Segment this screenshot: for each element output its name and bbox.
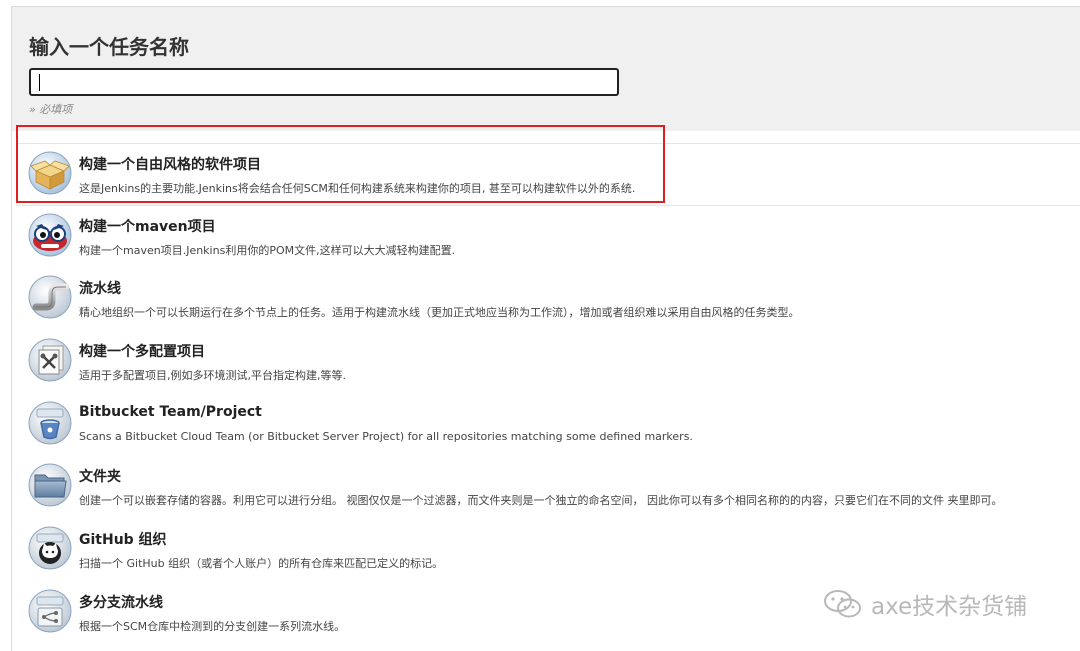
watermark: axe技术杂货铺 [823,586,1027,622]
text-caret [39,74,40,91]
item-name-input[interactable] [29,68,619,96]
page-title: 输入一个任务名称 [29,35,189,59]
item-description: 精心地组织一个可以长期运行在多个节点上的任务。适用于构建流水线（更加正式地应当称… [79,306,800,319]
item-pipeline[interactable]: 流水线 精心地组织一个可以长期运行在多个节点上的任务。适用于构建流水线（更加正式… [16,268,1080,330]
multi-config-icon [28,338,72,382]
item-github-org[interactable]: GitHub 组织 扫描一个 GitHub 组织（或者个人账户）的所有仓库来匹配… [16,519,1080,581]
item-description: 构建一个maven项目.Jenkins利用你的POM文件,这样可以大大减轻构建配… [79,244,456,257]
pipeline-icon [28,275,72,319]
item-description: 这是Jenkins的主要功能.Jenkins将会结合任何SCM和任何构建系统来构… [79,182,636,195]
item-description: Scans a Bitbucket Cloud Team (or Bitbuck… [79,430,693,443]
item-description: 扫描一个 GitHub 组织（或者个人账户）的所有仓库来匹配已定义的标记。 [79,557,444,570]
item-label: 文件夹 [79,469,121,485]
item-label: Bitbucket Team/Project [79,404,262,420]
maven-owl-icon [28,213,72,257]
item-bitbucket[interactable]: Bitbucket Team/Project Scans a Bitbucket… [16,394,1080,456]
item-description: 根据一个SCM仓库中检测到的分支创建一系列流水线。 [79,620,346,633]
item-label: 构建一个自由风格的软件项目 [79,157,261,173]
item-label: 构建一个多配置项目 [79,344,205,360]
watermark-text: axe技术杂货铺 [871,594,1028,620]
item-freestyle[interactable]: 构建一个自由风格的软件项目 这是Jenkins的主要功能.Jenkins将会结合… [16,144,1080,206]
item-label: GitHub 组织 [79,532,167,548]
item-multi-config[interactable]: 构建一个多配置项目 适用于多配置项目,例如多环境测试,平台指定构建,等等. [16,331,1080,393]
item-maven[interactable]: 构建一个maven项目 构建一个maven项目.Jenkins利用你的POM文件… [16,206,1080,268]
item-description: 适用于多配置项目,例如多环境测试,平台指定构建,等等. [79,369,346,382]
folder-icon [28,463,72,507]
bitbucket-icon [28,401,72,445]
item-label: 多分支流水线 [79,595,163,611]
item-label: 流水线 [79,281,121,297]
multibranch-icon [28,589,72,633]
new-item-page: 输入一个任务名称 » 必填项 构建一个自由风格的软件项目 这是Jenkins的主… [0,0,1080,651]
item-description: 创建一个可以嵌套存储的容器。利用它可以进行分组。 视图仅仅是一个过滤器，而文件夹… [79,494,1003,507]
github-icon [28,526,72,570]
header-panel: 输入一个任务名称 » 必填项 [11,6,1080,131]
wechat-icon [824,590,861,618]
required-note: » 必填项 [29,103,73,116]
freestyle-box-icon [28,151,72,195]
item-label: 构建一个maven项目 [79,219,216,235]
item-folder[interactable]: 文件夹 创建一个可以嵌套存储的容器。利用它可以进行分组。 视图仅仅是一个过滤器，… [16,456,1080,518]
